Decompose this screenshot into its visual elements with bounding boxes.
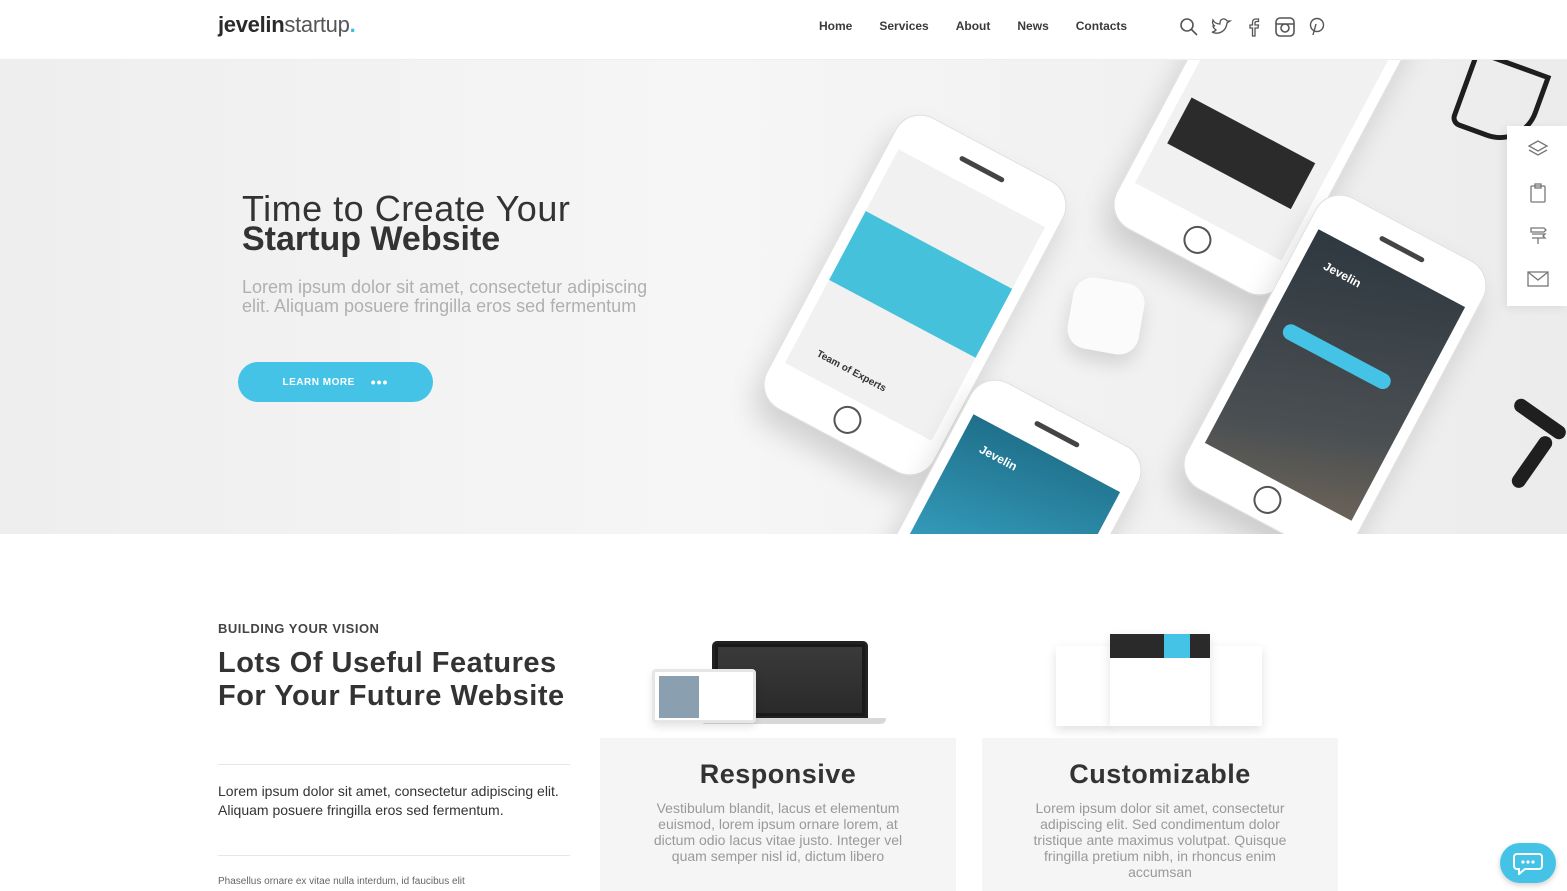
- instagram-icon[interactable]: [1274, 16, 1296, 38]
- phone-brand: Jevelin: [1321, 258, 1364, 291]
- chat-button[interactable]: [1500, 843, 1556, 883]
- page-mockup-right: [1210, 646, 1262, 726]
- twitter-icon[interactable]: [1210, 16, 1232, 38]
- nav-contacts[interactable]: Contacts: [1076, 19, 1127, 33]
- site-header: jevelinstartup. Home Services About News…: [0, 0, 1567, 60]
- screen-accent-band: [829, 211, 1013, 358]
- pinterest-icon[interactable]: [1306, 16, 1328, 38]
- phone-home-button: [1248, 480, 1287, 519]
- learn-more-label: LEARN MORE: [282, 376, 355, 388]
- chat-icon: [1513, 853, 1543, 875]
- phone-speaker: [1378, 235, 1426, 264]
- screen-banner-pill: [1280, 321, 1394, 392]
- phone-home-button: [1178, 220, 1217, 259]
- feature-card-text: Lorem ipsum dolor sit amet, consectetur …: [1033, 800, 1287, 880]
- search-icon[interactable]: [1178, 16, 1200, 38]
- feature-card-title: Responsive: [699, 759, 857, 789]
- feature-card-customizable: Customizable Lorem ipsum dolor sit amet,…: [982, 738, 1338, 891]
- site-logo[interactable]: jevelinstartup.: [218, 12, 356, 38]
- phone-speaker: [958, 155, 1006, 184]
- toy-plane-wing-image: [1509, 433, 1555, 491]
- hero-description: Lorem ipsum dolor sit amet, consectetur …: [242, 277, 648, 316]
- phone-brand: Jevelin: [976, 442, 1020, 474]
- phone-home-button: [828, 400, 867, 439]
- phone-screen-label: Team of Experts: [814, 348, 888, 395]
- nav-home[interactable]: Home: [819, 19, 852, 33]
- screen-image-block: [1167, 97, 1316, 210]
- logo-dot: .: [349, 12, 356, 37]
- nav-services[interactable]: Services: [879, 19, 928, 33]
- header-icons: [1178, 16, 1328, 38]
- page-mockup-center: [1110, 634, 1210, 726]
- logo-bold: jevelin: [218, 12, 285, 37]
- main-nav: Home Services About News Contacts: [819, 19, 1127, 33]
- toy-plane-image: [1511, 396, 1567, 442]
- layers-icon[interactable]: [1527, 138, 1549, 160]
- hero-section: Time to Create Your Startup Website Lore…: [0, 60, 1567, 534]
- logo-light: startup: [284, 12, 350, 37]
- feature-card-responsive: Responsive Vestibulum blandit, lacus et …: [600, 738, 956, 891]
- facebook-icon[interactable]: [1242, 16, 1264, 38]
- side-toolbar: [1507, 126, 1567, 306]
- divider: [218, 764, 570, 765]
- signpost-icon[interactable]: [1527, 224, 1549, 246]
- mail-icon[interactable]: [1527, 268, 1549, 290]
- phone-speaker: [1033, 420, 1081, 449]
- more-dots-icon: •••: [370, 374, 389, 390]
- features-small-text: Phasellus ornare ex vitae nulla interdum…: [218, 876, 465, 887]
- hero-title-line2: Startup Website: [242, 220, 501, 258]
- features-description: Lorem ipsum dolor sit amet, consectetur …: [218, 783, 559, 818]
- earbuds-case-image: [1064, 274, 1148, 358]
- nav-news[interactable]: News: [1017, 19, 1048, 33]
- page-mockup-left: [1056, 646, 1112, 726]
- features-eyebrow: BUILDING YOUR VISION: [218, 621, 380, 636]
- features-title: Lots Of Useful Features For Your Future …: [218, 647, 565, 712]
- nav-about[interactable]: About: [956, 19, 991, 33]
- learn-more-button[interactable]: LEARN MORE •••: [238, 362, 433, 402]
- feature-card-text: Vestibulum blandit, lacus et elementum e…: [653, 800, 903, 864]
- feature-card-title: Customizable: [1069, 759, 1251, 789]
- divider: [218, 855, 570, 856]
- tablet-mockup-image: [652, 669, 756, 723]
- clipboard-icon[interactable]: [1527, 182, 1549, 204]
